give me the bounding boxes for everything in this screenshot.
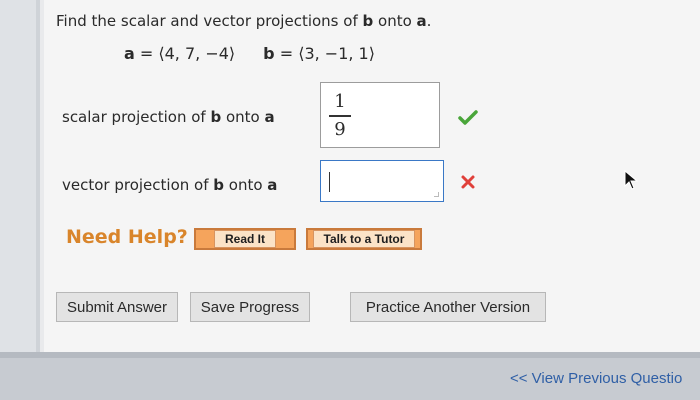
vector-label-middle: onto (224, 176, 268, 194)
scalar-label-a: a (264, 108, 275, 126)
vector-label-prefix: vector projection of (62, 176, 214, 194)
given-vectors: a = ⟨4, 7, −4⟩ b = ⟨3, −1, 1⟩ (124, 44, 375, 63)
question-b: b (362, 12, 374, 30)
footer-bar: << View Previous Questio (0, 352, 700, 400)
vector-b-value: = ⟨3, −1, 1⟩ (279, 44, 375, 63)
read-it-button[interactable]: Read It (194, 228, 296, 250)
vector-projection-label: vector projection of b onto a (62, 176, 277, 194)
talk-to-tutor-label: Talk to a Tutor (312, 230, 416, 248)
question-text: Find the scalar and vector projections o… (56, 12, 431, 30)
save-progress-button[interactable]: Save Progress (190, 292, 310, 322)
scalar-projection-label: scalar projection of b onto a (62, 108, 275, 126)
practice-another-version-button[interactable]: Practice Another Version (350, 292, 546, 322)
cross-icon (460, 174, 476, 194)
vector-label-b: b (213, 176, 225, 194)
resize-corner-icon (434, 192, 439, 197)
left-margin-strip (0, 0, 40, 400)
submit-answer-button[interactable]: Submit Answer (56, 292, 178, 322)
scalar-label-prefix: scalar projection of (62, 108, 211, 126)
question-suffix: . (426, 12, 432, 30)
read-it-label: Read It (213, 230, 276, 248)
need-help-label: Need Help? (66, 226, 188, 248)
vector-b-label: b (263, 44, 275, 63)
question-panel: Find the scalar and vector projections o… (44, 0, 700, 352)
question-prefix: Find the scalar and vector projections o… (56, 12, 363, 30)
vector-answer-input[interactable] (320, 160, 444, 202)
fraction-denominator: 9 (334, 119, 346, 140)
vector-label-a: a (267, 176, 278, 194)
question-a: a (416, 12, 427, 30)
question-middle: onto (373, 12, 417, 30)
scalar-answer-box[interactable]: 1 9 (320, 82, 440, 148)
scalar-label-b: b (210, 108, 222, 126)
scalar-label-middle: onto (221, 108, 265, 126)
fraction-bar (329, 115, 351, 117)
fraction-numerator: 1 (334, 91, 346, 112)
talk-to-tutor-button[interactable]: Talk to a Tutor (306, 228, 422, 250)
scalar-fraction: 1 9 (329, 91, 351, 141)
view-previous-question-link[interactable]: << View Previous Questio (510, 370, 682, 387)
vector-a-label: a (124, 44, 135, 63)
text-caret (329, 172, 330, 192)
mouse-pointer-icon (624, 169, 639, 194)
vector-a-value: = ⟨4, 7, −4⟩ (139, 44, 236, 63)
check-icon (458, 110, 478, 130)
